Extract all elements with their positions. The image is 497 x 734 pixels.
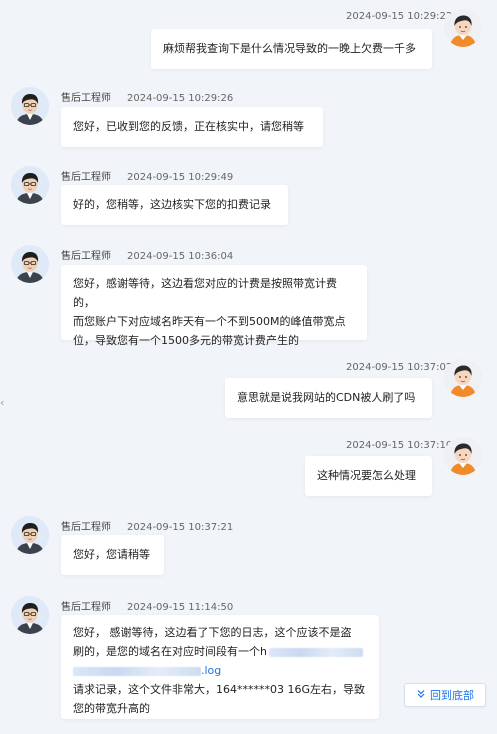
double-chevron-down-icon	[416, 689, 426, 702]
message-bubble: 这种情况要怎么处理	[305, 456, 432, 496]
user-avatar	[444, 9, 482, 47]
user-avatar	[444, 359, 482, 397]
sender-name: 售后工程师	[61, 93, 111, 104]
message-bubble: 您好，感谢等待，这边看您对应的计费是按照带宽计费的， 而您账户下对应域名昨天有一…	[61, 265, 367, 347]
sender-name: 售后工程师	[61, 522, 111, 533]
agent-avatar	[11, 166, 49, 204]
agent-avatar	[11, 596, 49, 634]
message-text: 您好，已收到您的反馈，正在核实中，请您稍等	[73, 120, 304, 133]
message-timestamp: 2024-09-15 10:37:02	[346, 362, 453, 373]
message-text: 您好，您请稍等	[73, 548, 150, 561]
message-timestamp: 2024-09-15 10:36:04	[127, 251, 234, 262]
sender-name: 售后工程师	[61, 602, 111, 613]
message-bubble: 您好，已收到您的反馈，正在核实中，请您稍等	[61, 107, 323, 147]
message-meta: 售后工程师 2024-09-15 11:14:50	[61, 598, 233, 613]
message-bubble: 好的，您稍等，这边核实下您的扣费记录	[61, 185, 288, 225]
message-meta: 售后工程师 2024-09-15 10:29:49	[61, 168, 233, 183]
message-text: 意思就是说我网站的CDN被人刷了吗	[237, 391, 416, 404]
sender-name: 售后工程师	[61, 172, 111, 183]
message-text: 麻烦帮我查询下是什么情况导致的一晚上欠费一千多	[163, 42, 416, 55]
message-timestamp: 2024-09-15 10:37:21	[127, 522, 234, 533]
message-text-line: .log	[73, 661, 367, 680]
message-text-line: 您好，感谢等待，这边看您对应的计费是按照带宽计费的，	[73, 277, 337, 309]
user-avatar	[444, 437, 482, 475]
scroll-to-bottom-label: 回到底部	[430, 689, 474, 702]
message-text-line: 请求记录，这个文件非常大，164******03 16G左右，导致	[73, 683, 366, 696]
message-meta: 售后工程师 2024-09-15 10:37:21	[61, 518, 233, 533]
message-text-segment: .log	[201, 664, 222, 677]
message-text-line: 而您账户下对应域名昨天有一个不到500M的峰值带宽点	[73, 315, 346, 328]
message-timestamp: 2024-09-15 11:14:50	[127, 602, 234, 613]
message-timestamp: 2024-09-15 10:37:10	[346, 440, 453, 451]
message-text: 这种情况要怎么处理	[317, 469, 416, 482]
agent-avatar	[11, 87, 49, 125]
message-meta: 售后工程师 2024-09-15 10:29:26	[61, 89, 233, 104]
agent-avatar	[11, 245, 49, 283]
message-text-line: 您好， 感谢等待，这边看了下您的日志，这个应该不是盗	[73, 626, 352, 639]
scroll-to-bottom-button[interactable]: 回到底部	[404, 683, 486, 707]
message-text-line: 位，导致您有一个1500多元的带宽计费产生的	[73, 334, 299, 347]
message-text: 好的，您稍等，这边核实下您的扣费记录	[73, 198, 271, 211]
redacted-url	[268, 647, 363, 657]
message-timestamp: 2024-09-15 10:29:22	[346, 11, 453, 22]
chevron-left-icon[interactable]: ‹	[0, 394, 8, 412]
message-timestamp: 2024-09-15 10:29:49	[127, 172, 234, 183]
message-text-segment: 刷的，是您的域名在对应时间段有一个h	[73, 645, 267, 658]
message-bubble: 您好，您请稍等	[61, 535, 164, 575]
message-meta: 售后工程师 2024-09-15 10:36:04	[61, 247, 233, 262]
agent-avatar	[11, 516, 49, 554]
message-bubble: 麻烦帮我查询下是什么情况导致的一晚上欠费一千多	[151, 29, 432, 69]
message-timestamp: 2024-09-15 10:29:26	[127, 93, 234, 104]
sender-name: 售后工程师	[61, 251, 111, 262]
message-text-line: 您的带宽升高的	[73, 702, 150, 715]
message-text-line: 刷的，是您的域名在对应时间段有一个h	[73, 642, 367, 661]
redacted-url	[73, 666, 201, 676]
message-bubble: 意思就是说我网站的CDN被人刷了吗	[225, 378, 432, 418]
message-bubble: 您好， 感谢等待，这边看了下您的日志，这个应该不是盗 刷的，是您的域名在对应时间…	[61, 615, 379, 719]
